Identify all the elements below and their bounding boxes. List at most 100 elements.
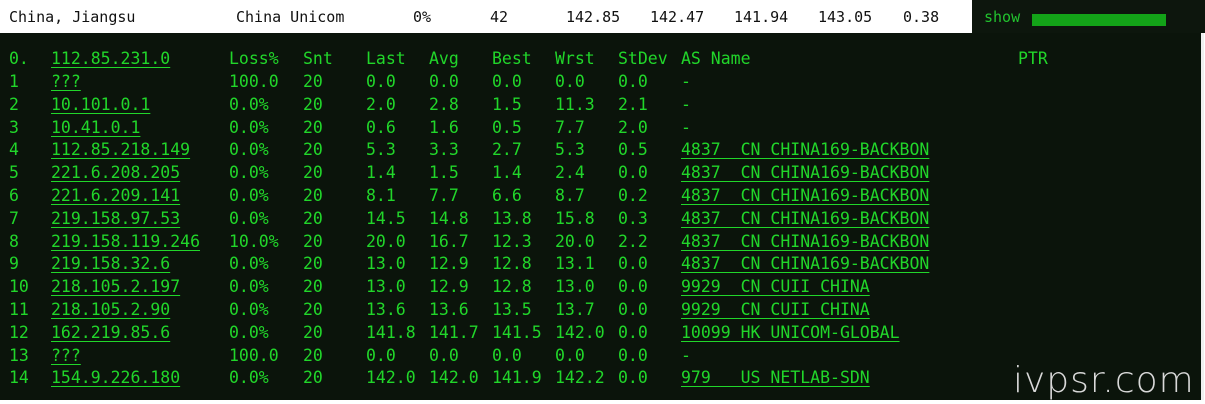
last-value: 8.1 — [366, 186, 396, 205]
stdev-value: 0.0 — [618, 300, 648, 319]
table-row: 1??? 100.0 20 0.0 0.0 0.0 0.0 0.0 - — [0, 72, 1200, 95]
watermark: ivpsr.com — [1013, 360, 1195, 401]
hop-number: 1 — [9, 72, 19, 91]
as-name-value[interactable]: 4837 CN CHINA169-BACKBON — [681, 140, 929, 159]
loss-value: 0.0% — [229, 117, 269, 137]
loss-value: 0.0% — [229, 322, 269, 342]
summary-bar: China, Jiangsu China Unicom 0% 42 142.85… — [0, 0, 1205, 33]
host-header[interactable]: 112.85.231.0 — [51, 49, 170, 68]
last-value: 14.5 — [366, 208, 406, 228]
snt-value: 20 — [303, 72, 323, 91]
stdev-value: 0.3 — [618, 208, 648, 228]
worst-summary: 143.05 — [818, 8, 873, 26]
wrst-value: 0.0 — [555, 345, 585, 365]
avg-value: 0.0 — [429, 72, 459, 91]
best-value: 2.7 — [492, 140, 522, 160]
as-name-value[interactable]: 4837 CN CHINA169-BACKBON — [681, 163, 929, 182]
host-address[interactable]: 219.158.119.246 — [51, 232, 200, 251]
host-address[interactable]: 154.9.226.180 — [51, 368, 180, 387]
host-address[interactable]: 218.105.2.197 — [51, 277, 180, 296]
last-value: 13.6 — [366, 300, 406, 319]
host-address[interactable]: 112.85.218.149 — [51, 140, 190, 159]
as-name-value: - — [681, 94, 691, 114]
host-address[interactable]: 219.158.97.53 — [51, 209, 180, 228]
hop-number: 4 — [9, 140, 19, 160]
wrst-value: 8.7 — [555, 186, 585, 205]
avg-value: 1.5 — [429, 163, 459, 183]
stdev-value: 0.2 — [618, 186, 648, 205]
stdev-value: 2.2 — [618, 231, 648, 251]
wrst-value: 2.4 — [555, 163, 585, 183]
snt-value: 20 — [303, 208, 323, 228]
as-name-value: - — [681, 345, 691, 365]
as-name-value[interactable]: 4837 CN CHINA169-BACKBON — [681, 232, 929, 251]
wrst-value: 20.0 — [555, 231, 595, 251]
avg-summary: 142.47 — [650, 8, 705, 26]
avg-value: 12.9 — [429, 254, 469, 274]
last-value: 2.0 — [366, 94, 396, 114]
hop-number: 3 — [9, 117, 19, 137]
host-address[interactable]: 219.158.32.6 — [51, 254, 170, 273]
snt-value: 20 — [303, 300, 323, 319]
host-address[interactable]: 218.105.2.90 — [51, 300, 170, 319]
loss-value: 0.0% — [229, 163, 269, 183]
as-name-value[interactable]: 10099 HK UNICOM-GLOBAL — [681, 323, 900, 342]
stdev-summary: 0.38 — [903, 8, 940, 26]
hop-number: 12 — [9, 322, 29, 342]
host-address[interactable]: 162.219.85.6 — [51, 323, 170, 342]
wrst-value: 142.2 — [555, 368, 605, 388]
last-value: 1.4 — [366, 163, 396, 183]
stdev-value: 0.5 — [618, 140, 648, 160]
as-name-value: - — [681, 72, 691, 91]
loss-value: 10.0% — [229, 231, 279, 251]
stdev-value: 0.0 — [618, 345, 648, 365]
as-name-value[interactable]: 4837 CN CHINA169-BACKBON — [681, 209, 929, 228]
last-value: 142.0 — [366, 368, 416, 388]
table-row: 4 112.85.218.149 0.0% 20 5.3 3.3 2.7 5.3 0.5 4837… — [0, 140, 1200, 163]
host-address[interactable]: 221.6.209.141 — [51, 186, 180, 205]
sent-summary: 42 — [490, 8, 509, 26]
table-row: 7 219.158.97.53 0.0% 20 14.5 14.8 13.8 15.8 0.3 4… — [0, 209, 1200, 232]
show-link[interactable]: show — [984, 8, 1020, 26]
wrst-value: 15.8 — [555, 208, 595, 228]
host-address[interactable]: 10.101.0.1 — [51, 95, 150, 114]
host-address[interactable]: ??? — [51, 72, 81, 91]
loss-value: 0.0% — [229, 186, 269, 205]
as-name-value[interactable]: 9929 CN CUII CHINA — [681, 300, 870, 319]
table-row: 9 219.158.32.6 0.0% 20 13.0 12.9 12.8 13.1 0.0 48… — [0, 254, 1200, 277]
wrst-value: 11.3 — [555, 94, 595, 114]
hop-number: 11 — [9, 300, 29, 319]
best-value: 13.5 — [492, 300, 532, 319]
wrst-value: 13.0 — [555, 277, 595, 297]
last-value: 20.0 — [366, 231, 406, 251]
loss-value: 0.0% — [229, 254, 269, 274]
snt-value: 20 — [303, 254, 323, 274]
as-name-value[interactable]: 979 US NETLAB-SDN — [681, 368, 870, 387]
best-value: 12.8 — [492, 254, 532, 274]
host-address[interactable]: 221.6.208.205 — [51, 163, 180, 182]
last-value: 0.0 — [366, 345, 396, 365]
hop-number: 8 — [9, 231, 19, 251]
stdev-header: StDev — [618, 49, 668, 68]
as-name-value[interactable]: 9929 CN CUII CHINA — [681, 277, 870, 296]
avg-value: 7.7 — [429, 186, 459, 205]
as-name-value[interactable]: 4837 CN CHINA169-BACKBON — [681, 254, 929, 273]
avg-value: 141.7 — [429, 322, 479, 342]
wrst-value: 142.0 — [555, 322, 605, 342]
as-name-header: AS Name — [681, 49, 751, 68]
table-row: 3 10.41.0.1 0.0% 20 0.6 1.6 0.5 7.7 2.0 - — [0, 118, 1200, 141]
as-name-value[interactable]: 4837 CN CHINA169-BACKBON — [681, 186, 929, 205]
hop-number: 2 — [9, 94, 19, 114]
wrst-header: Wrst — [555, 49, 595, 68]
hop-number: 10 — [9, 277, 29, 297]
snt-value: 20 — [303, 277, 323, 297]
hop-number: 5 — [9, 163, 19, 183]
host-address[interactable]: ??? — [51, 346, 81, 365]
snt-value: 20 — [303, 345, 323, 365]
table-row: 12 162.219.85.6 0.0% 20 141.8 141.7 141.5 142.0… — [0, 323, 1200, 346]
last-summary: 142.85 — [566, 8, 621, 26]
mtr-terminal: 0. 112.85.231.0 Loss% Snt Last Avg Best … — [0, 33, 1204, 401]
wrst-value: 13.1 — [555, 254, 595, 274]
hop-number: 9 — [9, 254, 19, 274]
host-address[interactable]: 10.41.0.1 — [51, 118, 140, 137]
